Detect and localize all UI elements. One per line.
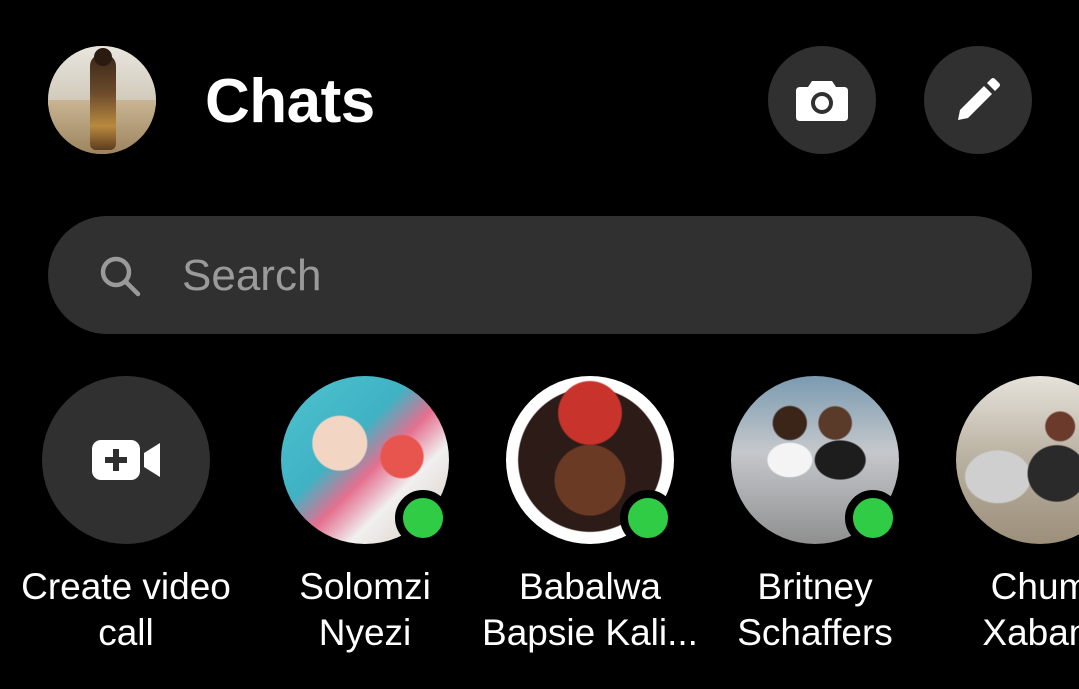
online-status-dot [395,490,451,546]
search-icon [100,256,141,297]
contact-babalwa-bapsie[interactable]: Babalwa Bapsie Kali... [477,376,703,656]
online-status-dot [845,490,901,546]
create-video-call-circle[interactable] [42,376,210,544]
search-bar[interactable] [48,216,1032,334]
video-camera-plus-icon [92,440,160,480]
contact-name: Britney Schaffers [737,566,893,653]
create-video-call-label: Create video call [21,566,231,653]
contact-chum-xabani[interactable]: Chum Xabani [927,376,1079,656]
pencil-icon [958,78,1000,120]
contact-solomzi-nyezi[interactable]: Solomzi Nyezi [252,376,478,656]
contact-name: Babalwa Bapsie Kali... [482,566,698,653]
avatar [956,376,1079,544]
camera-icon [796,81,848,121]
camera-button[interactable] [768,46,876,154]
page-title: Chats [205,67,375,136]
compose-button[interactable] [924,46,1032,154]
contact-britney-schaffers[interactable]: Britney Schaffers [702,376,928,656]
chats-screen: Chats Create video ca [0,0,1079,689]
contact-name: Chum Xabani [982,566,1079,653]
contact-name: Solomzi Nyezi [299,566,431,653]
create-video-call-button[interactable]: Create video call [13,376,239,656]
online-status-dot [620,490,676,546]
search-input[interactable] [180,240,964,312]
profile-avatar[interactable] [48,46,156,154]
